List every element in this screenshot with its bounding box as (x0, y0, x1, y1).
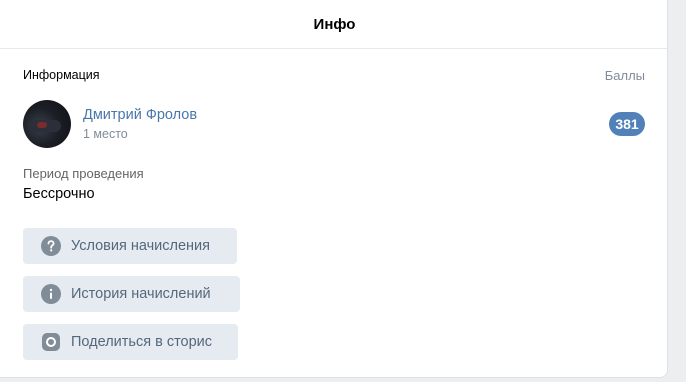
share-story-label: Поделиться в сторис (71, 334, 213, 350)
avatar[interactable] (23, 100, 71, 148)
user-place: 1 место (83, 127, 128, 141)
share-story-button[interactable]: Поделиться в сторис (23, 324, 238, 360)
question-circle-icon (41, 236, 61, 256)
period-value: Бессрочно (23, 186, 95, 202)
user-name-link[interactable]: Дмитрий Фролов (83, 106, 609, 124)
info-circle-icon (41, 284, 61, 304)
page-title: Инфо (313, 15, 356, 33)
score-badge: 381 (609, 112, 645, 136)
accrual-history-label: История начислений (71, 286, 211, 302)
info-section-label: Информация (23, 68, 100, 82)
panel-header: Инфо (0, 0, 667, 49)
points-column-label: Баллы (604, 68, 645, 83)
story-icon (41, 332, 61, 352)
period-label: Период проведения (23, 166, 144, 181)
accrual-conditions-button[interactable]: Условия начисления (23, 228, 237, 264)
leaderboard-row: Дмитрий Фролов 1 место 381 (23, 100, 645, 148)
accrual-history-button[interactable]: История начислений (23, 276, 240, 312)
accrual-conditions-label: Условия начисления (71, 238, 211, 254)
info-panel: Инфо Информация Баллы Дмитрий Фролов 1 м… (0, 0, 668, 378)
user-info: Дмитрий Фролов 1 место (83, 106, 609, 142)
info-section-head: Информация Баллы (23, 68, 645, 83)
